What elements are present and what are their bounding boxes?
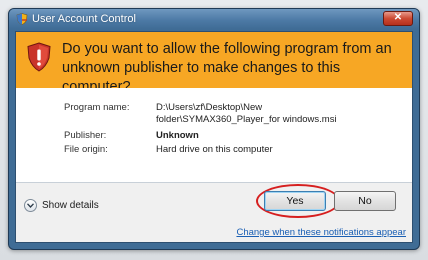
no-button[interactable]: No	[334, 191, 396, 211]
title-bar: User Account Control ✕	[9, 9, 419, 29]
publisher-label: Publisher:	[64, 130, 107, 141]
chevron-down-icon[interactable]	[24, 199, 37, 212]
close-button[interactable]: ✕	[383, 11, 413, 26]
warning-banner: Do you want to allow the following progr…	[16, 32, 412, 95]
file-origin-label: File origin:	[64, 144, 108, 155]
uac-dialog: User Account Control ✕ Do you want to al…	[8, 8, 420, 250]
show-details-label[interactable]: Show details	[42, 199, 99, 213]
change-notifications-link[interactable]: Change when these notifications appear	[236, 227, 406, 238]
program-name-value-line2: folder\SYMAX360_Player_for windows.msi	[156, 114, 337, 125]
program-name-value-line1: D:\Users\zf\Desktop\New	[156, 102, 263, 113]
dialog-content: Do you want to allow the following progr…	[15, 31, 413, 243]
publisher-value: Unknown	[156, 130, 199, 141]
file-origin-value: Hard drive on this computer	[156, 144, 273, 155]
warning-shield-icon	[27, 42, 51, 72]
dialog-footer: Show details Yes No Change when these no…	[16, 183, 412, 242]
details-panel: Program name: D:\Users\zf\Desktop\New fo…	[16, 88, 412, 182]
window-title: User Account Control	[32, 13, 136, 25]
yes-button[interactable]: Yes	[264, 191, 326, 211]
shield-icon	[16, 13, 28, 25]
program-name-label: Program name:	[64, 102, 130, 113]
